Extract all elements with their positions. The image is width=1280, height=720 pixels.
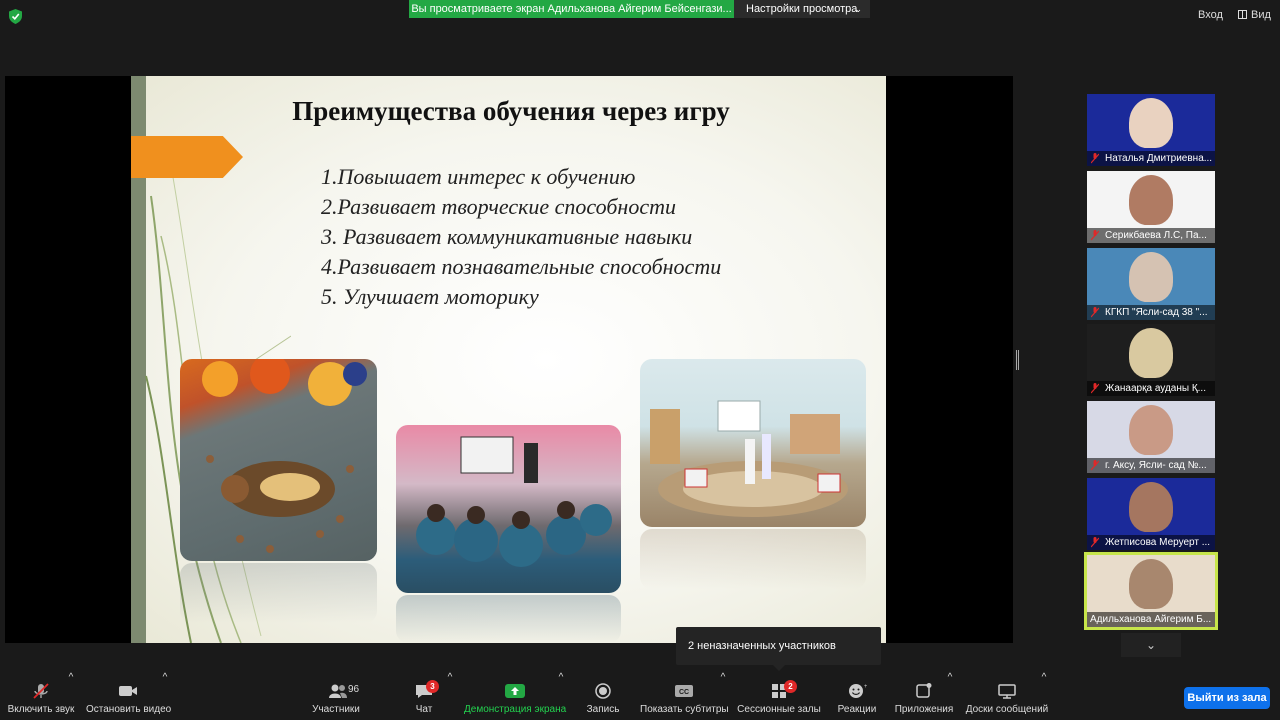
view-label: Вид [1251, 9, 1271, 21]
participant-tile[interactable]: г. Аксу, Ясли- сад №... [1087, 401, 1215, 473]
breakout-rooms-button[interactable]: 2 Сессионные залы [737, 672, 821, 720]
chat-options-caret[interactable]: ^ [446, 672, 454, 720]
leave-meeting-button[interactable]: Выйти из зала [1184, 687, 1270, 709]
participant-face [1129, 328, 1173, 378]
panel-resize-handle[interactable] [1016, 350, 1019, 370]
apps-options-caret[interactable]: ^ [946, 672, 954, 720]
photo-reflection [640, 529, 866, 589]
apps-label: Приложения [894, 704, 954, 715]
participants-icon [329, 684, 347, 698]
participant-name: Жетписова Меруерт ... [1087, 535, 1215, 550]
svg-text:+: + [864, 684, 867, 690]
microphone-muted-icon [1091, 153, 1099, 164]
smiley-reaction-icon: + [849, 684, 867, 698]
whiteboards-label: Доски сообщений [965, 704, 1049, 715]
top-bar: Вы просматриваете экран Адильханова Айге… [0, 0, 1280, 34]
participant-tile[interactable]: Адильханова Айгерим Б... [1084, 552, 1218, 630]
breakout-rooms-label: Сессионные залы [737, 704, 821, 715]
enter-button[interactable]: Вход [1198, 9, 1223, 21]
participant-face [1129, 252, 1173, 302]
presentation-slide: Преимущества обучения через игру 1.Повыш… [131, 76, 886, 643]
microphone-muted-icon [1091, 460, 1099, 471]
participants-count: 96 [348, 684, 360, 695]
photo-reflection [180, 563, 377, 623]
slide-title: Преимущества обучения через игру [292, 96, 730, 126]
chat-unread-badge: 3 [426, 680, 439, 693]
meeting-toolbar: Включить звук ^ Остановить видео ^ 96 Уч… [0, 672, 1280, 720]
view-grid-icon [1238, 10, 1247, 19]
participant-tile[interactable]: Жанаарқа ауданы Қ... [1087, 324, 1215, 396]
share-options-caret[interactable]: ^ [557, 672, 565, 720]
slide-list-item: 5. Улучшает моторику [321, 284, 539, 309]
whiteboards-button[interactable]: Доски сообщений [964, 672, 1050, 720]
microphone-muted-icon [1091, 307, 1099, 318]
participant-face [1129, 175, 1173, 225]
participant-tile[interactable]: КГКП "Ясли-сад 38 "... [1087, 248, 1215, 320]
photo-children-autumn-leaves [180, 359, 377, 561]
slide-list-item: 1.Повышает интерес к обучению [321, 164, 636, 189]
photo-children-watching-screen [396, 425, 621, 593]
stop-video-button[interactable]: Остановить видео [86, 672, 172, 720]
security-shield-icon[interactable] [9, 9, 22, 24]
participants-label: Участники [312, 704, 360, 715]
whiteboards-options-caret[interactable]: ^ [1040, 672, 1048, 720]
apps-button[interactable]: Приложения [894, 672, 954, 720]
participant-name: Серикбаева Л.С, Па... [1087, 228, 1215, 243]
share-screen-button[interactable]: Демонстрация экрана [464, 672, 566, 720]
viewing-screen-notice: Вы просматриваете экран Адильханова Айге… [409, 0, 734, 18]
scroll-down-button[interactable]: ⌄ [1121, 633, 1181, 657]
microphone-muted-icon [1091, 537, 1099, 548]
slide-benefits-list: 1.Повышает интерес к обучению 2.Развивае… [321, 162, 721, 312]
participant-name: Наталья Дмитриевна... [1087, 151, 1215, 166]
slide-list-item: 3. Развивает коммуникативные навыки [321, 224, 693, 249]
whiteboard-icon [998, 684, 1016, 699]
unassigned-participants-tooltip: 2 неназначенных участников [676, 627, 881, 671]
slide-list-item: 2.Развивает творческие способности [321, 194, 676, 219]
participant-face [1129, 98, 1173, 148]
share-screen-label: Демонстрация экрана [464, 704, 567, 715]
slide-list-item: 4.Развивает познавательные способности [321, 254, 722, 279]
view-button[interactable]: Вид [1238, 9, 1271, 21]
reactions-button[interactable]: + Реакции [834, 672, 880, 720]
participant-tile[interactable]: Серикбаева Л.С, Па... [1087, 171, 1215, 243]
slide-orange-arrow [131, 136, 243, 178]
participants-button[interactable]: 96 Участники [306, 672, 366, 720]
participant-face [1129, 559, 1173, 609]
closed-captions-icon: CC [675, 685, 693, 697]
participant-face [1129, 405, 1173, 455]
photo-reflection [396, 595, 621, 643]
view-settings-label: Настройки просмотра [746, 3, 858, 15]
captions-options-caret[interactable]: ^ [719, 672, 727, 720]
svg-text:CC: CC [679, 689, 689, 696]
breakout-rooms-badge: 2 [784, 680, 797, 693]
participant-face [1129, 482, 1173, 532]
video-options-caret[interactable]: ^ [161, 672, 169, 720]
microphone-muted-icon [1091, 230, 1099, 241]
participant-name: Жанаарқа ауданы Қ... [1087, 381, 1215, 396]
microphone-muted-icon [1091, 383, 1099, 394]
audio-options-caret[interactable]: ^ [67, 672, 75, 720]
chat-button[interactable]: 3 Чат [404, 672, 444, 720]
apps-icon [916, 683, 932, 698]
photo-classroom-dance [640, 359, 866, 527]
reactions-label: Реакции [837, 704, 877, 715]
chevron-down-icon: ⌄ [854, 4, 862, 14]
video-camera-icon [119, 686, 137, 696]
participant-name: КГКП "Ясли-сад 38 "... [1087, 305, 1215, 320]
record-icon [595, 683, 611, 699]
captions-button[interactable]: CC Показать субтитры [640, 672, 729, 720]
participant-name: г. Аксу, Ясли- сад №... [1087, 458, 1215, 473]
microphone-muted-icon [33, 683, 49, 699]
participant-tile[interactable]: Наталья Дмитриевна... [1087, 94, 1215, 166]
record-button[interactable]: Запись [584, 672, 622, 720]
participant-name: Адильханова Айгерим Б... [1087, 612, 1215, 627]
view-settings-button[interactable]: Настройки просмотра ⌄ [734, 0, 870, 18]
record-label: Запись [586, 704, 620, 715]
share-screen-icon [505, 684, 525, 698]
participant-tile[interactable]: Жетписова Меруерт ... [1087, 478, 1215, 550]
chat-label: Чат [415, 704, 433, 715]
stop-video-label: Остановить видео [86, 704, 172, 715]
captions-label: Показать субтитры [640, 704, 729, 715]
